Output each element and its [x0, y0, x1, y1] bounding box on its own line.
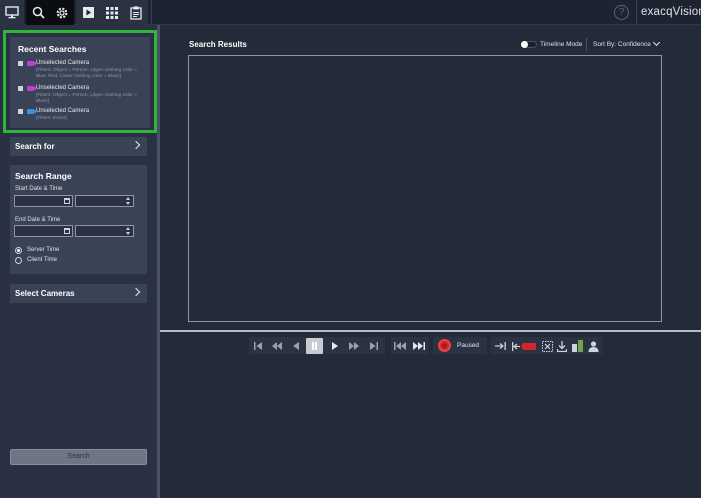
- search-button[interactable]: Search: [10, 449, 147, 465]
- search-range-title: Search Range: [15, 171, 72, 181]
- search-for-label: Search for: [15, 142, 55, 151]
- search-for-row[interactable]: Search for: [10, 137, 147, 156]
- end-date-input[interactable]: [14, 225, 73, 237]
- calendar-icon[interactable]: [64, 228, 70, 234]
- sort-dropdown[interactable]: Sort By: Confidence: [593, 41, 651, 48]
- start-date-label: Start Date & Time: [15, 186, 63, 192]
- recent-searches-highlight: Recent Searches Unselected Camera [Filte…: [3, 30, 157, 133]
- camera-icon: [27, 61, 36, 66]
- panel-splitter[interactable]: [160, 330, 701, 332]
- record-indicator-icon: [438, 339, 451, 352]
- fast-forward-icon[interactable]: [348, 340, 360, 352]
- gear-icon[interactable]: [50, 0, 74, 25]
- export-icon[interactable]: [571, 340, 583, 352]
- select-cameras-row[interactable]: Select Cameras: [10, 284, 147, 303]
- brand-logo: exacqVision: [641, 6, 701, 18]
- camera-icon: [27, 109, 36, 114]
- end-date-label: End Date & Time: [15, 217, 61, 223]
- recent-search-item[interactable]: Unselected Camera [Filters: Event]: [18, 108, 148, 122]
- sort-separator: [586, 38, 587, 51]
- skip-to-start-icon[interactable]: [252, 340, 264, 352]
- playback-status: Paused: [457, 342, 480, 349]
- recent-search-filter: [Filters: Object = Person, Upper clothin…: [36, 93, 138, 104]
- recent-search-item[interactable]: Unselected Camera [Filters: Object = Per…: [18, 85, 148, 104]
- search-results-area: [188, 55, 662, 322]
- search-range-panel: Search Range Start Date & Time End Date …: [10, 165, 147, 274]
- monitor-icon[interactable]: [0, 0, 24, 25]
- cut-icon[interactable]: [541, 340, 553, 352]
- top-toolbar: ? exacqVision: [0, 0, 701, 25]
- toolbar-separator-right: [636, 0, 637, 25]
- time-spinner-icon[interactable]: [126, 227, 131, 235]
- play-icon[interactable]: [329, 340, 341, 352]
- select-cameras-label: Select Cameras: [15, 289, 75, 298]
- help-icon[interactable]: ?: [614, 5, 629, 20]
- start-date-input[interactable]: [14, 195, 73, 207]
- download-icon[interactable]: [556, 340, 568, 352]
- pause-button[interactable]: [306, 338, 323, 354]
- client-time-label: Client Time: [27, 257, 58, 263]
- recent-search-item[interactable]: Unselected Camera [Filters: Object = Per…: [18, 60, 148, 82]
- server-time-radio[interactable]: [15, 247, 22, 254]
- next-event-icon[interactable]: [413, 340, 425, 352]
- clip-start-marker-icon[interactable]: [512, 340, 538, 352]
- camera-icon: [27, 86, 36, 91]
- rewind-icon[interactable]: [271, 340, 283, 352]
- search-icon[interactable]: [26, 0, 50, 25]
- recent-searches-panel: Recent Searches Unselected Camera [Filte…: [10, 37, 150, 128]
- person-icon[interactable]: [587, 340, 599, 352]
- checkbox[interactable]: [18, 86, 23, 91]
- recent-search-name: Unselected Camera: [36, 60, 90, 66]
- timeline-mode-label: Timeline Mode: [540, 41, 583, 48]
- chevron-right-icon: [131, 140, 141, 150]
- server-time-label: Server Time: [27, 247, 60, 253]
- sidebar-scrollbar[interactable]: [157, 25, 160, 498]
- step-back-icon[interactable]: [290, 340, 302, 352]
- recent-search-filter: [Filters: Object = Person, Upper clothin…: [36, 68, 138, 79]
- checkbox[interactable]: [18, 109, 23, 114]
- chevron-down-icon[interactable]: [652, 38, 661, 47]
- client-time-radio[interactable]: [15, 257, 22, 264]
- previous-event-icon[interactable]: [394, 340, 406, 352]
- end-time-input[interactable]: [75, 225, 134, 237]
- playback-icon[interactable]: [76, 0, 100, 25]
- checkbox[interactable]: [18, 61, 23, 66]
- clipboard-icon[interactable]: [124, 0, 148, 25]
- calendar-icon[interactable]: [64, 198, 70, 204]
- recent-searches-title: Recent Searches: [18, 44, 87, 54]
- toolbar-separator: [151, 0, 152, 25]
- search-results-title: Search Results: [189, 40, 247, 49]
- time-spinner-icon[interactable]: [126, 197, 131, 205]
- recent-search-filter: [Filters: Event]: [36, 116, 67, 121]
- start-time-input[interactable]: [75, 195, 134, 207]
- jump-to-end-icon[interactable]: [494, 340, 506, 352]
- timeline-mode-toggle[interactable]: [521, 41, 537, 48]
- skip-to-end-icon[interactable]: [367, 340, 379, 352]
- grid-icon[interactable]: [100, 0, 124, 25]
- recent-search-name: Unselected Camera: [36, 108, 90, 114]
- chevron-right-icon: [131, 287, 141, 297]
- recent-search-name: Unselected Camera: [36, 85, 90, 91]
